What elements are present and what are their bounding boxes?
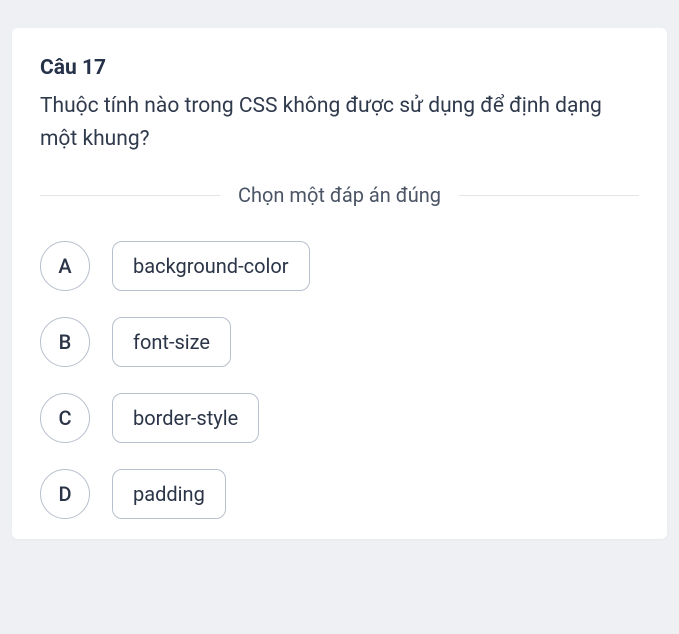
option-b[interactable]: B font-size: [40, 317, 639, 367]
divider-line-left: [40, 195, 220, 196]
instruction-text: Chọn một đáp án đúng: [220, 183, 459, 207]
instruction-divider: Chọn một đáp án đúng: [40, 183, 639, 207]
question-card: Câu 17 Thuộc tính nào trong CSS không đư…: [12, 28, 667, 539]
option-text-d[interactable]: padding: [112, 469, 226, 519]
option-letter-b[interactable]: B: [40, 317, 90, 367]
option-text-c[interactable]: border-style: [112, 393, 259, 443]
option-letter-c[interactable]: C: [40, 393, 90, 443]
option-text-b[interactable]: font-size: [112, 317, 231, 367]
option-d[interactable]: D padding: [40, 469, 639, 519]
divider-line-right: [459, 195, 639, 196]
option-letter-a[interactable]: A: [40, 241, 90, 291]
option-text-a[interactable]: background-color: [112, 241, 310, 291]
option-letter-d[interactable]: D: [40, 469, 90, 519]
option-c[interactable]: C border-style: [40, 393, 639, 443]
option-a[interactable]: A background-color: [40, 241, 639, 291]
question-number: Câu 17: [40, 56, 639, 80]
options-list: A background-color B font-size C border-…: [40, 241, 639, 519]
question-text: Thuộc tính nào trong CSS không được sử d…: [40, 90, 639, 155]
